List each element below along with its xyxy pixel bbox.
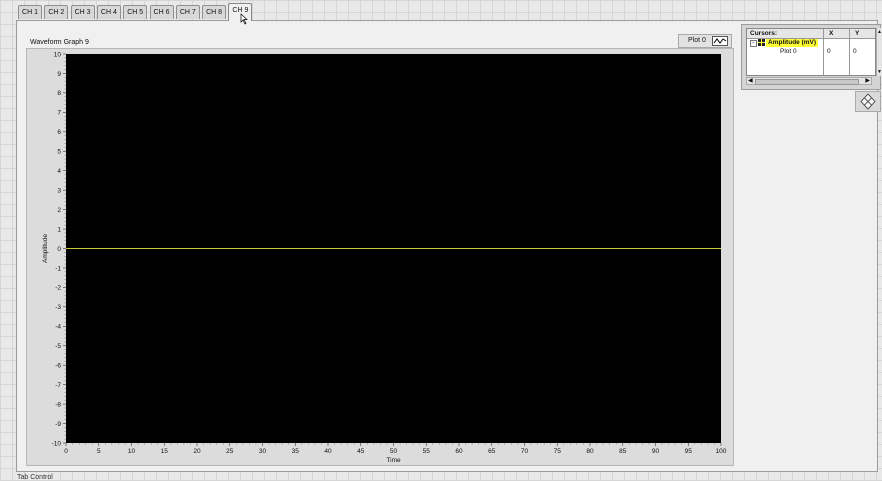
- tab-ch1[interactable]: CH 1: [18, 5, 42, 19]
- x-tick-label: 40: [324, 448, 332, 455]
- x-axis-title: Time: [386, 457, 401, 464]
- x-tick-label: 75: [554, 448, 562, 455]
- cursors-title: Cursors:: [750, 30, 778, 37]
- x-tick-label: 85: [619, 448, 627, 455]
- mouse-pointer-icon: [240, 13, 248, 25]
- tab-ch6[interactable]: CH 6: [149, 5, 174, 19]
- tab-ch5[interactable]: CH 5: [123, 5, 148, 19]
- plot-legend-label: Plot 0: [688, 37, 706, 44]
- plot-legend[interactable]: Plot 0: [678, 34, 732, 48]
- scroll-thumb[interactable]: [755, 79, 859, 85]
- x-tick-label: 65: [488, 448, 496, 455]
- y-tick-label: -4: [55, 324, 61, 331]
- cursor-legend: Cursors: X Y − Amplitude (mV) Plot 0 0 0…: [741, 24, 882, 90]
- y-tick-label: -2: [55, 285, 61, 292]
- y-tick-label: -5: [55, 343, 61, 350]
- y-axis-title: Amplitude: [42, 234, 49, 263]
- y-tick-label: 7: [57, 110, 61, 117]
- tab-ch2[interactable]: CH 2: [44, 5, 69, 19]
- x-tick-label: 45: [357, 448, 365, 455]
- y-tick-label: -9: [55, 421, 61, 428]
- cursor-vertical-scrollbar[interactable]: ▲ ▼: [876, 28, 882, 76]
- tab-ch8[interactable]: CH 8: [202, 5, 227, 19]
- graph-label: Waveform Graph 9: [30, 39, 89, 46]
- y-tick-label: 8: [57, 90, 61, 97]
- collapse-toggle[interactable]: −: [750, 40, 757, 47]
- x-tick-label: 60: [455, 448, 463, 455]
- scroll-left-icon[interactable]: ◀: [748, 78, 753, 84]
- y-tick-label: -3: [55, 304, 61, 311]
- scroll-right-icon[interactable]: ▶: [865, 78, 870, 84]
- col-x-header: X: [829, 30, 834, 37]
- y-tick-label: -1: [55, 265, 61, 272]
- x-tick-label: 90: [652, 448, 660, 455]
- tab-ch4[interactable]: CH 4: [96, 5, 121, 19]
- y-tick-label: 3: [57, 187, 61, 194]
- plot-line-style-icon[interactable]: [712, 36, 728, 46]
- cursor-horizontal-scrollbar[interactable]: ◀ ▶: [746, 77, 872, 85]
- cursor-table: Cursors: X Y − Amplitude (mV) Plot 0 0 0: [746, 28, 876, 76]
- cursor-crosshair-icon[interactable]: [758, 39, 765, 46]
- x-tick-label: 0: [64, 448, 68, 455]
- y-tick-label: -7: [55, 382, 61, 389]
- x-tick-label: 25: [226, 448, 234, 455]
- y-tick-label: 5: [57, 149, 61, 156]
- cursor-mover-button[interactable]: [855, 91, 881, 112]
- tab-ch7[interactable]: CH 7: [175, 5, 200, 19]
- tab-ch3[interactable]: CH 3: [70, 5, 95, 19]
- x-tick-label: 15: [161, 448, 169, 455]
- cursor-x-value[interactable]: 0: [827, 48, 831, 56]
- y-tick-label: 0: [57, 246, 61, 253]
- cursor-table-header: Cursors: X Y: [747, 29, 875, 39]
- x-tick-label: 30: [259, 448, 267, 455]
- x-tick-label: 80: [586, 448, 594, 455]
- x-tick-label: 5: [97, 448, 101, 455]
- cursor-plot-name: Plot 0: [780, 48, 797, 55]
- waveform-graph: 10 9 8 7 6 5 4 3 2 1 0 -1 -2 -3 -4 -5 -6 -7 -8 -9 -10 0 5 10 15 2…: [26, 48, 734, 466]
- x-tick-label: 20: [193, 448, 201, 455]
- chart-svg: 109876543210-1-2-3-4-5-6-7-8-9-100 5 10 15 2…: [42, 51, 727, 464]
- y-tick-label: 6: [57, 129, 61, 136]
- cursor-y-value[interactable]: 0: [853, 48, 857, 56]
- x-tick-label: 95: [685, 448, 693, 455]
- cursor-mover-icon: [860, 93, 876, 110]
- y-tick-label: 10: [54, 51, 62, 58]
- y-tick-label: -8: [55, 401, 61, 408]
- x-tick-label: 55: [423, 448, 431, 455]
- x-tick-label: 50: [390, 448, 398, 455]
- x-tick-label: 100: [716, 448, 727, 455]
- col-y-header: Y: [855, 30, 860, 37]
- x-tick-label: 70: [521, 448, 529, 455]
- x-tick-label: 10: [128, 448, 136, 455]
- tab-strip: CH 1 CH 2 CH 3 CH 4 CH 5 CH 6 CH 7 CH 8 CH 9: [18, 3, 260, 21]
- y-tick-label: 2: [57, 207, 61, 214]
- y-tick-label: 9: [57, 71, 61, 78]
- y-tick-label: -10: [52, 440, 62, 447]
- cursor-name[interactable]: Amplitude (mV): [766, 39, 819, 47]
- y-tick-label: -6: [55, 363, 61, 370]
- x-tick-label: 35: [292, 448, 300, 455]
- y-tick-label: 4: [57, 168, 61, 175]
- y-tick-label: 1: [57, 226, 61, 233]
